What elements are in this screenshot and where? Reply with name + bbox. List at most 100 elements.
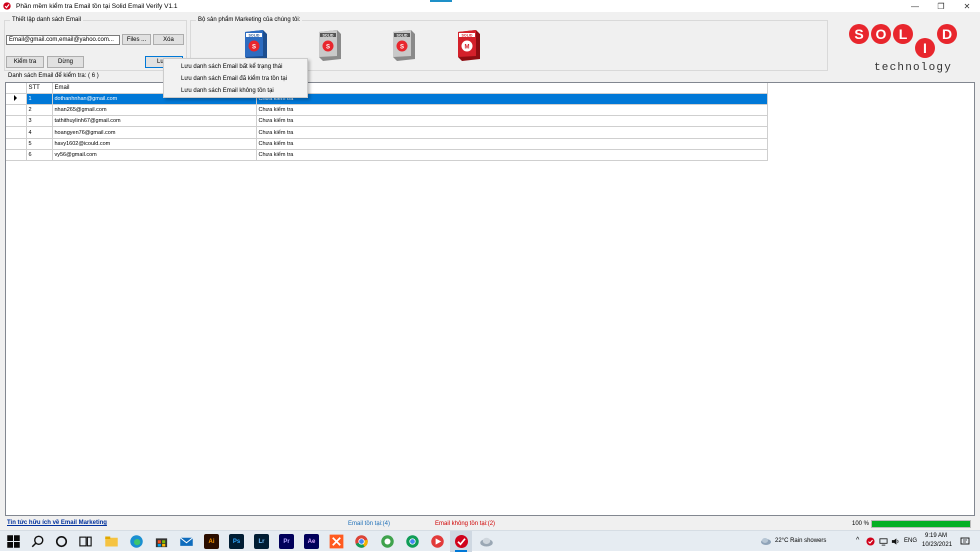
cell-email[interactable]: nhan265@gmail.com — [52, 104, 257, 117]
delete-button[interactable]: Xóa — [153, 34, 184, 45]
restore-button[interactable]: ❐ — [928, 0, 954, 12]
status-bar: Tin tức hữu ích về Email Marketing Email… — [0, 517, 980, 530]
chrome-alt-icon[interactable] — [405, 534, 420, 549]
volume-icon[interactable] — [891, 537, 900, 546]
notifications-icon[interactable] — [960, 537, 970, 546]
cell-email[interactable]: tathithuylinh67@gmail.com — [52, 115, 257, 128]
cell-stt[interactable]: 4 — [26, 126, 53, 139]
cell-email[interactable]: hoangyen76@gmail.com — [52, 126, 257, 139]
main-client-area: Thiết lập danh sách Email Email@gmail.co… — [0, 12, 980, 517]
start-icon[interactable] — [6, 534, 21, 549]
table-row[interactable]: 1 dothanhnhan@gmail.com Chưa kiểm tra — [6, 93, 768, 105]
app-x-icon[interactable] — [329, 534, 344, 549]
close-button[interactable]: ✕ — [954, 0, 980, 12]
cell-stt[interactable]: 6 — [26, 149, 53, 162]
files-button[interactable]: Files ... — [122, 34, 151, 45]
solid-verify-icon[interactable] — [454, 534, 469, 549]
clock-time[interactable]: 9:19 AM — [925, 533, 947, 539]
menu-item-save-not-existing[interactable]: Lưu danh sách Email không tồn tại — [164, 85, 307, 97]
row-selector[interactable] — [6, 104, 27, 117]
minimize-button[interactable]: — — [902, 0, 928, 12]
lightroom-icon[interactable]: Lr — [254, 534, 269, 549]
column-header-status[interactable] — [256, 83, 768, 94]
cell-email[interactable]: vy56@gmail.com — [52, 149, 257, 162]
email-list-label: Danh sách Email để kiểm tra: ( 6 ) — [8, 73, 99, 79]
cell-status[interactable]: Chưa kiểm tra — [256, 149, 768, 162]
row-selector[interactable] — [6, 93, 27, 105]
app-logo-icon — [3, 2, 11, 10]
table-row[interactable]: 3 tathithuylinh67@gmail.com Chưa kiểm tr… — [6, 115, 768, 128]
network-icon[interactable] — [879, 537, 888, 546]
title-accent — [430, 0, 452, 2]
svg-text:O: O — [876, 26, 887, 42]
row-selector[interactable] — [6, 126, 27, 139]
store-icon[interactable] — [154, 534, 169, 549]
menu-item-save-existing[interactable]: Lưu danh sách Email đã kiểm tra tồn tại — [164, 73, 307, 85]
cell-status[interactable]: Chưa kiểm tra — [256, 104, 768, 117]
svg-text:I: I — [923, 40, 927, 56]
email-grid[interactable]: STT Email 1 dothanhnhan@gmail.com Chưa k… — [5, 82, 975, 516]
row-selector[interactable] — [6, 115, 27, 128]
row-selector[interactable] — [6, 149, 27, 162]
cell-status[interactable]: Chưa kiểm tra — [256, 138, 768, 150]
mail-icon[interactable] — [179, 534, 194, 549]
column-header-stt[interactable]: STT — [26, 83, 53, 94]
progress-bar-fill — [872, 521, 970, 527]
solid-product-box-silver-icon[interactable]: SOLID S — [390, 28, 416, 62]
cell-status[interactable]: Chưa kiểm tra — [256, 93, 768, 105]
table-row[interactable]: 6 vy56@gmail.com Chưa kiểm tra — [6, 149, 768, 162]
svg-text:S: S — [854, 26, 863, 42]
email-input[interactable]: Email@gmail.com,email@yahoo.com... — [6, 35, 120, 45]
solid-product-box-red-icon[interactable]: SOLID M — [455, 28, 481, 62]
edge-icon[interactable] — [129, 534, 144, 549]
tray-chevron-icon[interactable]: ^ — [856, 537, 859, 544]
progress-percent: 100 % — [852, 521, 870, 527]
svg-text:SOLID: SOLID — [323, 33, 334, 37]
cell-status[interactable]: Chưa kiểm tra — [256, 115, 768, 128]
table-row[interactable]: 2 nhan265@gmail.com Chưa kiểm tra — [6, 104, 768, 117]
chrome-icon[interactable] — [354, 534, 369, 549]
weather-text[interactable]: 22°C Rain showers — [775, 538, 826, 544]
cloud-app-icon[interactable] — [479, 534, 494, 549]
search-icon[interactable] — [30, 534, 45, 549]
products-group-label: Bộ sản phẩm Marketing của chúng tôi: — [196, 17, 303, 23]
cortana-icon[interactable] — [54, 534, 69, 549]
email-setup-group-label: Thiết lập danh sách Email — [10, 17, 84, 23]
weather-icon[interactable] — [760, 536, 772, 546]
coccoc-icon[interactable] — [380, 534, 395, 549]
existing-email-count: Email tồn tại:(4) — [348, 521, 391, 527]
cell-stt[interactable]: 1 — [26, 93, 53, 105]
svg-text:M: M — [465, 45, 470, 51]
task-view-icon[interactable] — [78, 534, 93, 549]
cell-stt[interactable]: 3 — [26, 115, 53, 128]
table-row[interactable]: 5 havy1602@icould.com Chưa kiểm tra — [6, 138, 768, 150]
email-marketing-news-link[interactable]: Tin tức hữu ích về Email Marketing — [7, 520, 107, 526]
cell-email[interactable]: havy1602@icould.com — [52, 138, 257, 150]
svg-text:technology: technology — [874, 62, 952, 74]
solid-product-box-blue-icon[interactable]: SOLID S — [242, 28, 268, 62]
premiere-icon[interactable]: Pr — [279, 534, 294, 549]
illustrator-icon[interactable]: Ai — [204, 534, 219, 549]
row-selector[interactable] — [6, 138, 27, 150]
after-effects-icon[interactable]: Ae — [304, 534, 319, 549]
svg-text:SOLID: SOLID — [249, 33, 260, 37]
svg-text:S: S — [400, 45, 404, 51]
cell-status[interactable]: Chưa kiểm tra — [256, 126, 768, 139]
table-row[interactable]: 4 hoangyen76@gmail.com Chưa kiểm tra — [6, 126, 768, 139]
svg-text:SOLID: SOLID — [397, 33, 408, 37]
solid-product-box-silver-icon[interactable]: SOLID S — [316, 28, 342, 62]
media-icon[interactable] — [430, 534, 445, 549]
non-existing-email-count: Email không tồn tại:(2) — [435, 521, 496, 527]
check-button[interactable]: Kiểm tra — [6, 56, 44, 68]
file-explorer-icon[interactable] — [104, 534, 119, 549]
clock-date[interactable]: 10/23/2021 — [922, 542, 952, 548]
stop-button[interactable]: Dừng — [47, 56, 84, 68]
menu-item-save-all[interactable]: Lưu danh sách Email bất kể trạng thái — [164, 61, 307, 73]
progress-bar — [871, 520, 971, 528]
tray-app-icon[interactable] — [866, 537, 875, 546]
save-context-menu: Lưu danh sách Email bất kể trạng thái Lư… — [163, 58, 308, 98]
language-indicator[interactable]: ENG — [904, 538, 917, 544]
photoshop-icon[interactable]: Ps — [229, 534, 244, 549]
cell-stt[interactable]: 2 — [26, 104, 53, 117]
cell-stt[interactable]: 5 — [26, 138, 53, 150]
